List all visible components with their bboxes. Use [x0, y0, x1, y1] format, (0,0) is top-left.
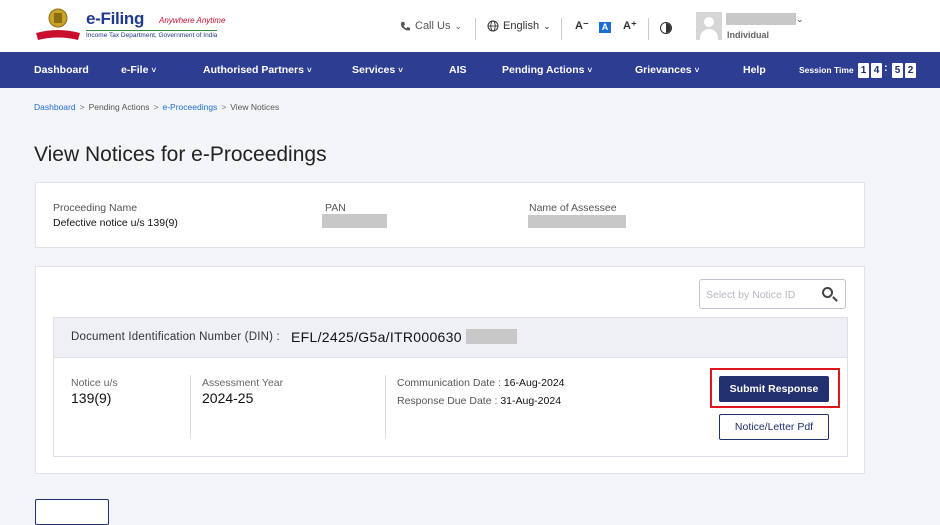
emblem-icon: [36, 8, 80, 40]
assessment-year-value: 2024-25: [202, 390, 254, 406]
response-due-date: Response Due Date : 31-Aug-2024: [397, 395, 561, 407]
proceeding-info-card: Proceeding Name Defective notice u/s 139…: [35, 182, 865, 248]
submit-response-button[interactable]: Submit Response: [719, 376, 829, 402]
breadcrumb-e-proceedings[interactable]: e-Proceedings: [163, 102, 218, 112]
notice-letter-pdf-button[interactable]: Notice/Letter Pdf: [719, 414, 829, 440]
language-dropdown[interactable]: English ⌄: [487, 20, 551, 32]
breadcrumb-dashboard[interactable]: Dashboard: [34, 102, 76, 112]
nav-label: Authorised Partners: [203, 64, 304, 76]
call-us-dropdown[interactable]: Call Us ⌄: [400, 20, 462, 32]
chevron-down-icon: ˅: [306, 66, 312, 75]
nav-label: Pending Actions: [502, 64, 585, 76]
nav-authorised-partners[interactable]: Authorised Partners ˅: [203, 52, 312, 88]
nav-label: AIS: [449, 64, 467, 76]
din-label: Document Identification Number (DIN) :: [71, 331, 280, 343]
chevron-down-icon: ˅: [587, 66, 593, 75]
nav-dashboard[interactable]: Dashboard: [34, 52, 89, 88]
chevron-down-icon: ⌄: [543, 20, 551, 31]
chevron-down-icon: ⌄: [454, 20, 462, 31]
column-divider: [385, 375, 386, 438]
session-digit: 5: [892, 63, 903, 78]
nav-efile[interactable]: e-File ˅: [121, 52, 156, 88]
assessee-label: Name of Assessee: [529, 202, 617, 214]
chevron-down-icon: ˅: [151, 66, 157, 75]
call-us-label: Call Us: [415, 20, 451, 32]
divider: [475, 18, 476, 40]
session-digit: 4: [871, 63, 882, 78]
notice-id-search[interactable]: [699, 279, 846, 309]
nav-label: Services: [352, 64, 396, 76]
pan-label: PAN: [325, 202, 346, 214]
efiling-logo[interactable]: e-Filing Anywhere Anytime Income Tax Dep…: [34, 7, 225, 43]
nav-label: Dashboard: [34, 64, 89, 76]
nav-ais[interactable]: AIS: [449, 52, 467, 88]
nav-pending-actions[interactable]: Pending Actions ˅: [502, 52, 592, 88]
din-header: Document Identification Number (DIN) : E…: [54, 318, 847, 358]
session-colon: :: [884, 62, 888, 74]
response-due-date-value: 31-Aug-2024: [500, 395, 562, 407]
font-decrease-button[interactable]: A⁻: [575, 19, 589, 32]
proceeding-name-value: Defective notice u/s 139(9): [53, 217, 178, 229]
breadcrumb-view-notices: View Notices: [230, 102, 280, 112]
session-digit: 2: [905, 63, 916, 78]
nav-label: e-File: [121, 64, 149, 76]
contrast-icon[interactable]: [660, 22, 672, 34]
search-icon[interactable]: [822, 287, 833, 298]
din-redacted: [466, 329, 517, 344]
user-name-redacted[interactable]: [726, 13, 796, 25]
breadcrumb: Dashboard > Pending Actions > e-Proceedings >…: [34, 102, 279, 112]
communication-date-label: Communication Date :: [397, 377, 501, 389]
notice-list-card: Document Identification Number (DIN) : E…: [35, 266, 865, 474]
font-increase-button[interactable]: A⁺: [623, 19, 637, 32]
nav-services[interactable]: Services ˅: [352, 52, 403, 88]
chevron-down-icon[interactable]: ⌄: [796, 14, 804, 25]
response-due-date-label: Response Due Date :: [397, 395, 498, 407]
session-digit: 1: [858, 63, 869, 78]
notice-us-value: 139(9): [71, 390, 112, 406]
logo-subtitle: Income Tax Department, Government of Ind…: [86, 30, 218, 39]
breadcrumb-separator: >: [79, 102, 85, 112]
column-divider: [190, 375, 191, 438]
communication-date-value: 16-Aug-2024: [503, 377, 565, 389]
chevron-down-icon: ˅: [694, 66, 700, 75]
avatar-icon[interactable]: [696, 12, 722, 40]
search-input[interactable]: [706, 286, 816, 303]
pan-redacted: [322, 214, 387, 228]
din-value: EFL/2425/G5a/ITR000630: [291, 329, 462, 345]
breadcrumb-separator: >: [153, 102, 159, 112]
breadcrumb-separator: >: [221, 102, 227, 112]
language-label: English: [503, 20, 540, 32]
logo-title: e-Filing: [86, 9, 145, 28]
notice-item: Document Identification Number (DIN) : E…: [53, 317, 848, 457]
font-default-button[interactable]: A: [599, 22, 611, 33]
communication-date: Communication Date : 16-Aug-2024: [397, 377, 565, 389]
user-type: Individual: [727, 30, 770, 40]
nav-label: Grievances: [635, 64, 692, 76]
phone-icon: [401, 21, 411, 30]
nav-label: Help: [743, 64, 766, 76]
nav-help[interactable]: Help: [743, 52, 766, 88]
proceeding-name-label: Proceeding Name: [53, 202, 138, 214]
divider: [561, 18, 562, 40]
breadcrumb-pending-actions[interactable]: Pending Actions: [89, 102, 150, 112]
notice-us-label: Notice u/s: [71, 377, 118, 389]
main-nav: Dashboard e-File ˅ Authorised Partners ˅ S…: [0, 52, 940, 88]
session-time-label: Session Time: [799, 65, 854, 75]
assessment-year-label: Assessment Year: [202, 377, 284, 389]
globe-icon: [487, 20, 499, 32]
logo-tagline: Anywhere Anytime: [159, 16, 226, 25]
chevron-down-icon: ˅: [398, 66, 403, 75]
assessee-redacted: [528, 215, 626, 228]
back-button[interactable]: [35, 499, 109, 525]
nav-grievances[interactable]: Grievances ˅: [635, 52, 699, 88]
top-header: e-Filing Anywhere Anytime Income Tax Dep…: [0, 0, 940, 52]
divider: [648, 18, 649, 40]
page-title: View Notices for e-Proceedings: [34, 143, 327, 166]
